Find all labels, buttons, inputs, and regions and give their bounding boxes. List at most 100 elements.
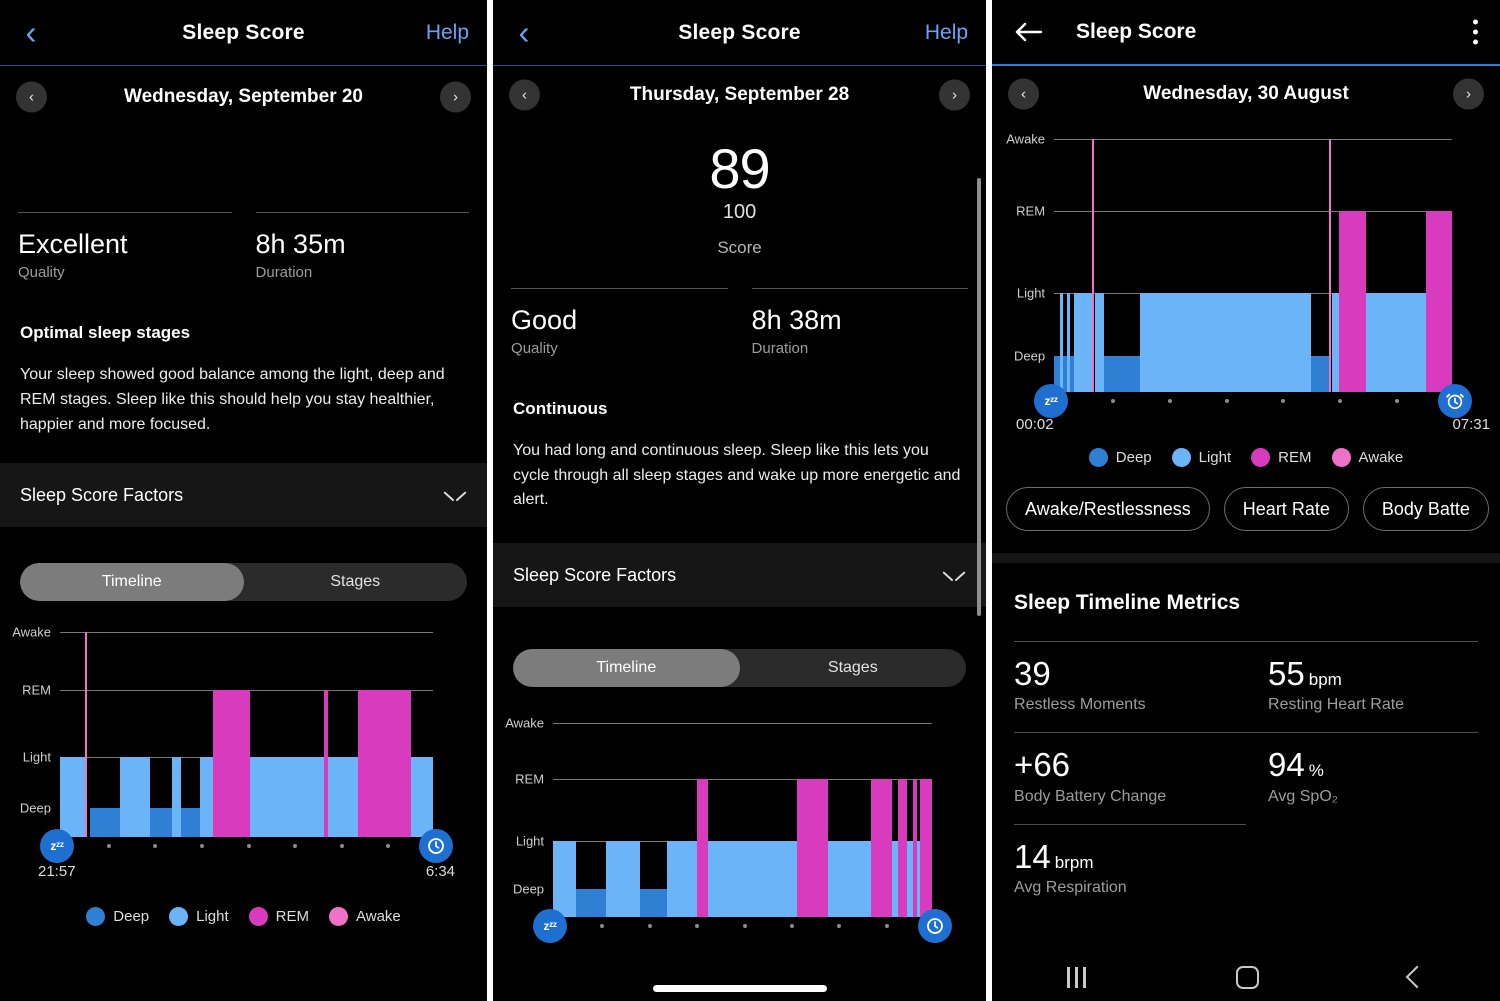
sleep-segment-light xyxy=(60,756,86,838)
screenshot-root: ‹ Sleep Score Help ‹ Wednesday, Septembe… xyxy=(0,0,1500,1001)
prev-day-button[interactable]: ‹ xyxy=(1008,78,1040,110)
chevron-down-icon xyxy=(445,489,465,501)
panel2-sleep-chart: Awake REM Light Deep zᶻᶻ xyxy=(493,716,986,944)
filter-chip-body-batte[interactable]: Body Batte xyxy=(1362,487,1489,531)
help-link[interactable]: Help xyxy=(925,21,968,45)
sleep-segment-deep xyxy=(89,808,120,838)
axis-tick-dot xyxy=(199,844,204,849)
prev-day-button[interactable]: ‹ xyxy=(509,79,541,111)
panel2-date-nav: ‹ Thursday, September 28 › xyxy=(493,66,986,124)
sleep-score-factors-row[interactable]: Sleep Score Factors xyxy=(493,543,987,608)
axis-tick-dot xyxy=(789,924,794,929)
axis-tick-dot xyxy=(600,924,605,929)
quality-cell: Good Quality xyxy=(511,287,728,357)
filter-chip-heart-rate[interactable]: Heart Rate xyxy=(1223,487,1349,531)
metric-unit: brpm xyxy=(1054,852,1094,872)
next-day-button[interactable]: › xyxy=(939,79,971,111)
recents-icon[interactable] xyxy=(1067,966,1087,988)
sleep-segment-deep xyxy=(575,889,607,918)
sleep-segment-rem xyxy=(797,778,828,918)
legend-label: Deep xyxy=(113,908,150,926)
legend-item: Awake xyxy=(329,907,401,927)
legend-label: Light xyxy=(1198,449,1232,466)
y-axis-label-light: Light xyxy=(515,833,545,849)
android-navbar xyxy=(992,953,1500,1001)
axis-tick-dot xyxy=(647,924,652,929)
next-day-button[interactable]: › xyxy=(1453,78,1484,110)
tab-timeline[interactable]: Timeline xyxy=(513,649,740,688)
home-icon[interactable] xyxy=(1236,965,1260,989)
wake-clock-icon xyxy=(918,909,953,944)
legend-swatch-awake xyxy=(1331,448,1351,467)
y-axis-label-deep: Deep xyxy=(512,881,545,897)
axis-tick-dot xyxy=(742,924,747,929)
panel3-filter-chips: Awake/Restlessness Heart Rate Body Batte xyxy=(992,487,1500,531)
duration-value: 8h 35m xyxy=(255,229,346,259)
tab-stages[interactable]: Stages xyxy=(244,563,468,601)
sleep-segment-rem xyxy=(871,778,893,918)
sleep-segment-awake xyxy=(1328,139,1331,392)
metric-value: 14 brpm xyxy=(1014,838,1224,875)
gridline-rem xyxy=(1054,211,1452,213)
legend-label: REM xyxy=(275,908,309,926)
back-icon[interactable] xyxy=(1405,965,1429,989)
panel2-plot-area: Awake REM Light Deep xyxy=(505,716,933,918)
metric-cell: 94% Avg SpO₂ xyxy=(1246,732,1478,823)
sleep-score-factors-label: Sleep Score Factors xyxy=(513,564,677,585)
page-title: Sleep Score xyxy=(678,20,801,44)
panel1-date-nav: ‹ Wednesday, September 20 › xyxy=(0,66,487,128)
sleep-segment-deep xyxy=(640,889,667,918)
sleep-segment-deep xyxy=(181,808,200,838)
sleep-segment-light xyxy=(1095,292,1105,392)
metric-number: 39 xyxy=(1014,655,1051,692)
panel2-segmented-control[interactable]: Timeline Stages xyxy=(513,649,967,688)
panel1-axis: zᶻᶻ xyxy=(40,829,454,864)
legend-item: Light xyxy=(169,907,229,927)
sleep-score-factors-row[interactable]: Sleep Score Factors xyxy=(0,463,488,528)
axis-tick-dot xyxy=(1281,399,1286,403)
sleep-segment-light xyxy=(1331,292,1339,392)
metric-cell: 39 Restless Moments xyxy=(1014,641,1247,732)
metrics-title: Sleep Timeline Metrics xyxy=(1014,591,1241,614)
sleep-segment-awake xyxy=(85,631,88,838)
panel1-segmented-control[interactable]: Timeline Stages xyxy=(20,563,468,602)
chevron-left-icon[interactable]: ‹ xyxy=(14,16,48,50)
arrow-left-icon[interactable] xyxy=(1014,20,1044,44)
chevron-down-icon xyxy=(944,569,964,581)
panel3-legend: Deep Light REM Awake xyxy=(992,448,1500,467)
sleep-segment-light xyxy=(171,756,182,838)
sleep-segment-deep xyxy=(1104,355,1140,392)
vertical-scrollbar[interactable] xyxy=(977,178,982,616)
legend-label: Awake xyxy=(356,908,401,926)
help-link[interactable]: Help xyxy=(426,21,469,45)
axis-tick-dot xyxy=(1224,399,1229,403)
prev-day-button[interactable]: ‹ xyxy=(16,81,47,113)
y-axis-label-deep: Deep xyxy=(1013,348,1046,364)
filter-chip-awake-restlessness[interactable]: Awake/Restlessness xyxy=(1006,487,1210,531)
score-max: 100 xyxy=(722,200,757,223)
narrative-body: You had long and continuous sleep. Sleep… xyxy=(513,441,961,509)
panel2-score-block: 89 100 Score xyxy=(493,124,986,258)
sleep-segment-rem xyxy=(358,690,411,838)
metric-label: Restless Moments xyxy=(1014,696,1146,714)
overflow-menu-icon[interactable] xyxy=(1473,19,1478,45)
tab-timeline[interactable]: Timeline xyxy=(20,563,244,602)
metric-cell: +66 Body Battery Change xyxy=(1014,732,1247,823)
panel2-axis: zᶻᶻ xyxy=(533,909,953,944)
duration-label: Duration xyxy=(255,264,313,281)
quality-cell: Excellent Quality xyxy=(18,212,232,281)
y-axis-label-deep: Deep xyxy=(19,800,51,816)
date-label: Wednesday, 30 August xyxy=(1143,83,1349,104)
sleep-segment-rem xyxy=(697,778,709,918)
panel1-legend: Deep Light REM Awake xyxy=(0,907,487,927)
tab-stages[interactable]: Stages xyxy=(740,649,967,687)
metric-unit: % xyxy=(1308,761,1324,781)
sleep-segment-deep xyxy=(1310,355,1329,392)
sleep-segment-rem xyxy=(1338,211,1367,392)
panel3-sleep-chart: Awake REM Light Deep zᶻᶻ 00:02 07:31 Deep Li… xyxy=(992,132,1500,467)
next-day-button[interactable]: › xyxy=(440,81,472,113)
chevron-left-icon[interactable]: ‹ xyxy=(507,16,541,50)
axis-tick-dot xyxy=(106,844,111,849)
axis-tick-dot xyxy=(153,844,158,849)
metric-label: Avg Respiration xyxy=(1014,878,1127,896)
